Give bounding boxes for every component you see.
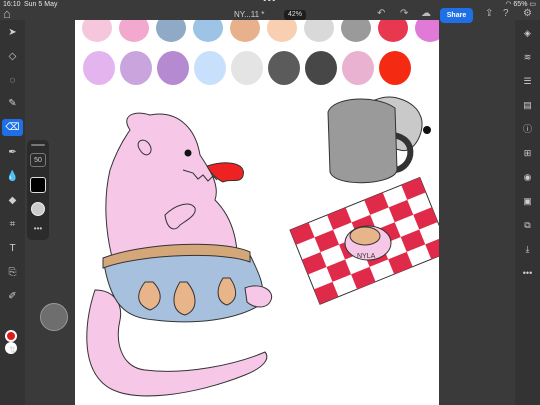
paper-dot <box>423 126 431 134</box>
palette-swatch <box>193 20 223 42</box>
zoom-level[interactable]: 42% <box>284 10 306 20</box>
lasso-icon[interactable]: ◌ <box>2 72 23 89</box>
brush-options-panel: 50 ••• <box>27 140 49 240</box>
foot <box>244 285 273 308</box>
foreground-color-swatch[interactable] <box>5 330 17 342</box>
artwork: NYLA <box>82 20 439 397</box>
info-icon[interactable]: ⓘ <box>518 121 537 137</box>
bowl-label: NYLA <box>357 253 376 260</box>
right-toolbar: ◈ ≋ ☰ ▤ ⓘ ⊞ ◉ ▣ ⧉ ⤓ ••• <box>515 20 540 405</box>
transform-icon[interactable]: ◇ <box>2 48 23 65</box>
brush-color-swatch[interactable] <box>30 177 46 193</box>
clone-icon[interactable]: ⎘ <box>2 264 23 281</box>
palette-swatch <box>119 20 149 42</box>
settings-gear-icon[interactable]: ⚙ <box>523 8 532 19</box>
home-icon[interactable]: ⌂ <box>3 6 11 21</box>
blur-icon[interactable]: 💧 <box>2 168 23 185</box>
palette-swatch <box>231 51 263 85</box>
palette-swatch <box>379 51 411 85</box>
layers-icon[interactable]: ◈ <box>518 25 537 41</box>
color-palette <box>82 20 439 85</box>
palette-swatch <box>82 20 112 42</box>
wifi-icon: ◠ <box>505 1 512 8</box>
document-title[interactable]: NY...11 * <box>234 10 264 19</box>
palette-swatch <box>341 20 371 42</box>
export-icon[interactable]: ⇪ <box>485 8 493 19</box>
battery-icon: ▭ <box>529 1 536 8</box>
text-icon[interactable]: T <box>2 240 23 257</box>
visibility-icon[interactable]: ◉ <box>518 169 537 185</box>
mug <box>327 98 398 184</box>
palette-swatch <box>305 51 337 85</box>
swap-colors-icon[interactable]: ⇅ <box>2 342 23 359</box>
smudge-icon[interactable]: ✒ <box>2 144 23 161</box>
battery-percent: 65% <box>513 1 528 8</box>
palette-swatch <box>120 51 152 85</box>
adjustments-icon[interactable]: ☰ <box>518 73 537 89</box>
palette-swatch <box>194 51 226 85</box>
mask-icon[interactable]: ▣ <box>518 193 537 209</box>
palette-swatch <box>156 20 186 42</box>
crop-icon[interactable]: ⌗ <box>2 216 23 233</box>
panel-handle[interactable] <box>31 144 45 146</box>
more-icon[interactable]: ••• <box>518 265 537 281</box>
palette-swatch <box>415 20 439 42</box>
palette-swatch <box>378 20 408 42</box>
palette-swatch <box>230 20 260 42</box>
palette-swatch <box>268 51 300 85</box>
share-button[interactable]: Share <box>440 8 473 23</box>
more-options-icon[interactable]: ••• <box>30 224 46 233</box>
layer-stack-icon[interactable]: ≋ <box>518 49 537 65</box>
add-layer-icon[interactable]: ⊞ <box>518 145 537 161</box>
eyedropper-icon[interactable]: ✐ <box>2 288 23 305</box>
eraser-icon[interactable]: ⌫ <box>2 119 23 136</box>
brush-size[interactable]: 50 <box>30 153 46 167</box>
flip-icon[interactable]: ⧉ <box>518 217 537 233</box>
left-toolbar: ➤ ◇ ◌ ✎ ⌫ ✒ 💧 ◆ ⌗ T ⎘ ✐ ⇅ <box>0 20 25 405</box>
palette-swatch <box>342 51 374 85</box>
eye <box>184 149 192 157</box>
fill-icon[interactable]: ◆ <box>2 192 23 209</box>
redo-icon[interactable]: ↷ <box>400 8 408 19</box>
brush-opacity-icon[interactable] <box>31 202 45 216</box>
move-icon[interactable]: ➤ <box>2 24 23 41</box>
canvas[interactable]: NYLA <box>75 20 439 405</box>
multitask-dots-icon[interactable]: ••• <box>263 0 277 6</box>
cloud-icon[interactable]: ☁ <box>421 8 431 19</box>
undo-icon[interactable]: ↶ <box>377 8 385 19</box>
palette-swatch <box>304 20 334 42</box>
palette-swatch <box>157 51 189 85</box>
touch-shortcut-button[interactable] <box>40 303 68 331</box>
palette-swatch <box>83 51 115 85</box>
help-icon[interactable]: ? <box>503 8 509 19</box>
palette-swatch <box>267 20 297 42</box>
bowl-food <box>349 226 381 246</box>
brush-icon[interactable]: ✎ <box>2 95 23 112</box>
comments-icon[interactable]: ▤ <box>518 97 537 113</box>
import-icon[interactable]: ⤓ <box>518 241 537 257</box>
